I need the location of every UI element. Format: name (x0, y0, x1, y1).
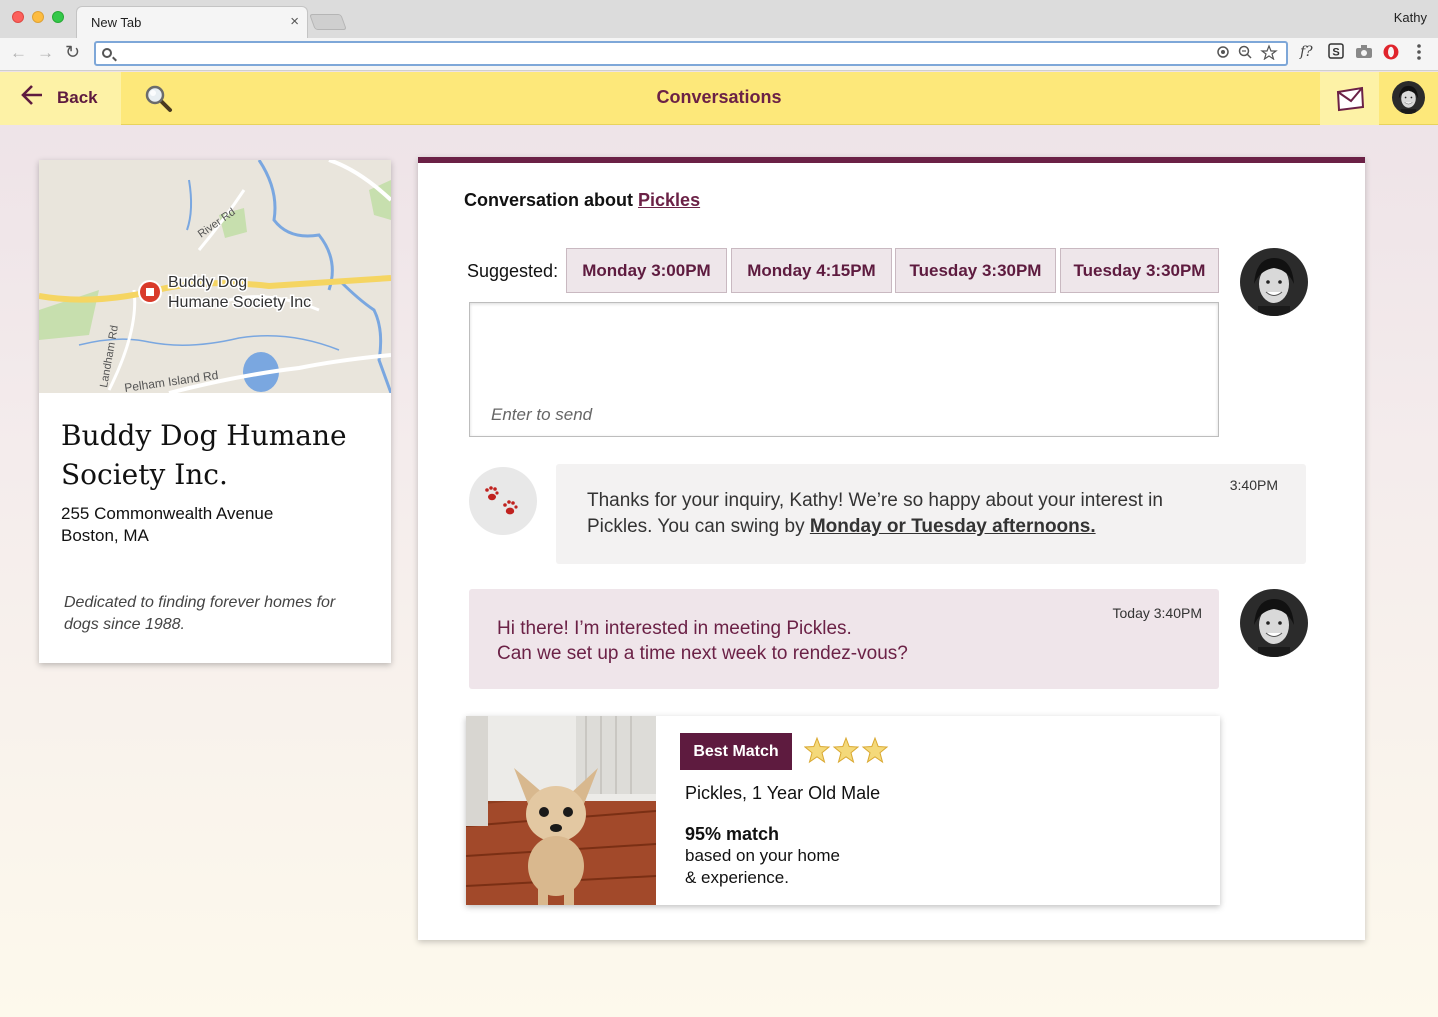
close-window-button[interactable] (12, 11, 24, 23)
conversation-title: Conversation about Pickles (464, 190, 700, 211)
zoom-window-button[interactable] (52, 11, 64, 23)
avatar-icon (1240, 248, 1308, 316)
address-bar[interactable] (94, 41, 1288, 66)
s-extension-icon[interactable]: S (1328, 43, 1344, 62)
avatar-icon (1392, 81, 1425, 114)
back-nav-icon[interactable]: ← (10, 43, 27, 63)
conversation-title-prefix: Conversation about (464, 190, 634, 210)
tab-title: New Tab (91, 15, 142, 30)
message-input[interactable]: Enter to send (469, 302, 1219, 437)
message-input-hint: Enter to send (491, 405, 593, 424)
message-line: Can we set up a time next week to rendez… (497, 643, 908, 664)
star-icon (804, 736, 831, 764)
browser-toolbar: ← → ↻ f? S (0, 38, 1438, 71)
message-text: Hi there! I’m interested in meeting Pick… (497, 616, 1137, 666)
shelter-map[interactable]: River Rd Landham Rd Pelham Island Rd Bud… (39, 160, 391, 393)
pet-link[interactable]: Pickles (638, 190, 700, 210)
pet-description: Pickles, 1 Year Old Male (685, 783, 881, 803)
user-avatar[interactable] (1392, 81, 1425, 114)
omnibox-actions[interactable] (1216, 44, 1280, 63)
message-text: Thanks for your inquiry, Kathy! We’re so… (587, 488, 1227, 540)
shelter-address-street: 255 Commonwealth Avenue (61, 504, 274, 523)
suggested-label: Suggested: (467, 261, 559, 281)
app-header: Back Conversations (0, 72, 1438, 125)
page-title: Conversations (656, 87, 782, 107)
messages-button[interactable] (1320, 72, 1379, 125)
star-icon (861, 736, 889, 764)
opera-icon[interactable] (1383, 44, 1399, 63)
availability-link[interactable]: Monday or Tuesday afternoons. (810, 516, 1096, 537)
location-zoom-star-icons[interactable] (1216, 44, 1280, 61)
suggested-slot-button[interactable]: Tuesday 3:30PM (1060, 248, 1219, 293)
minimize-window-button[interactable] (32, 11, 44, 23)
match-basis: based on your home (685, 846, 840, 865)
shelter-name: Buddy Dog Humane Society Inc. (61, 419, 347, 491)
browser-profile-name[interactable]: Kathy (1394, 10, 1427, 25)
camera-icon[interactable] (1356, 45, 1372, 61)
paw-icon (485, 486, 518, 515)
best-match-badge: Best Match (680, 733, 792, 770)
shelter-avatar (469, 467, 537, 535)
star-icon (832, 736, 860, 764)
match-basis: & experience. (685, 868, 789, 887)
browser-tab-strip: New Tab × Kathy (0, 0, 1438, 38)
suggested-slot-button[interactable]: Monday 3:00PM (566, 248, 727, 293)
shelter-card: River Rd Landham Rd Pelham Island Rd Bud… (39, 160, 391, 663)
incoming-message: 3:40PM Thanks for your inquiry, Kathy! W… (556, 464, 1306, 564)
my-avatar (1240, 248, 1308, 316)
formula-extension-icon[interactable]: f? (1300, 44, 1313, 60)
my-avatar (1240, 589, 1308, 657)
star-rating (804, 736, 889, 764)
pet-card[interactable]: Best Match Pickles, 1 Year Old Male 95% … (466, 716, 1220, 905)
new-tab-button[interactable] (309, 14, 347, 30)
reload-icon[interactable]: ↻ (65, 42, 80, 63)
pet-photo[interactable] (466, 716, 656, 905)
conversation-panel: Conversation about Pickles Suggested: Mo… (418, 157, 1365, 940)
suggested-slot-button[interactable]: Monday 4:15PM (731, 248, 892, 293)
menu-icon[interactable] (1416, 43, 1422, 64)
shelter-address-city: Boston, MA (61, 526, 149, 545)
mail-icon (1336, 86, 1365, 112)
map-pin-label: Buddy Dog (168, 274, 247, 291)
map-pin-label: Humane Society Inc (168, 294, 311, 311)
svg-text:S: S (1332, 47, 1339, 59)
tab-close-icon[interactable]: × (290, 13, 299, 30)
avatar-icon (1240, 589, 1308, 657)
outgoing-message: Today 3:40PM Hi there! I’m interested in… (469, 589, 1219, 689)
message-timestamp: 3:40PM (1229, 477, 1278, 493)
suggested-slot-button[interactable]: Tuesday 3:30PM (895, 248, 1056, 293)
message-line: Hi there! I’m interested in meeting Pick… (497, 618, 852, 639)
search-icon (102, 48, 112, 58)
forward-nav-icon[interactable]: → (37, 43, 54, 63)
browser-tab[interactable]: New Tab × (76, 6, 308, 38)
shelter-description: Dedicated to finding forever homes for d… (64, 594, 336, 633)
match-score: 95% match (685, 824, 780, 844)
